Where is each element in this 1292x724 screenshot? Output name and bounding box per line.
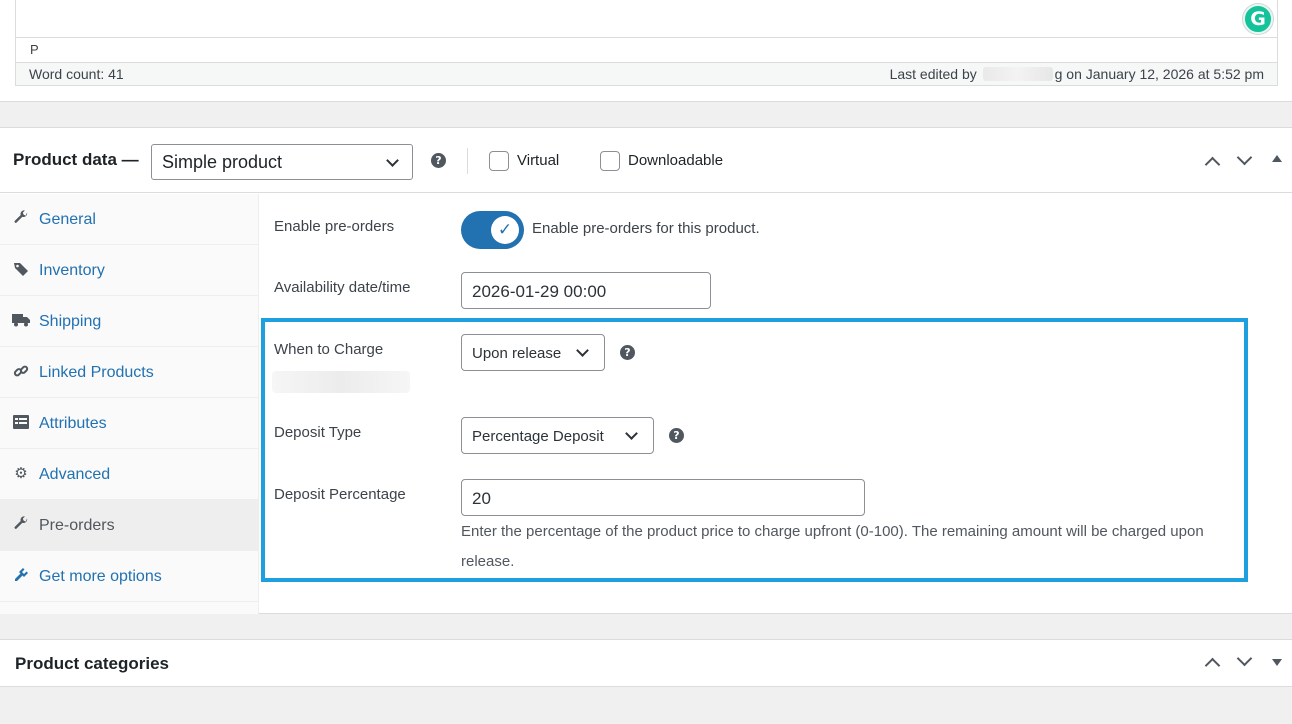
tab-general[interactable]: General <box>0 194 258 245</box>
tab-inventory[interactable]: Inventory <box>0 245 258 296</box>
editor-panel: P Word count: 41 Last edited by g on Jan… <box>0 0 1292 102</box>
product-categories-title: Product categories <box>15 654 169 673</box>
product-data-tabs: General Inventory Shipping Linked Produc… <box>0 194 259 614</box>
virtual-checkbox[interactable] <box>489 151 509 171</box>
tab-label: Advanced <box>39 466 111 483</box>
truck-icon <box>12 311 30 329</box>
expand-toggle-icon[interactable] <box>1272 659 1282 666</box>
tab-linked-products[interactable]: Linked Products <box>0 347 258 398</box>
plugin-icon <box>12 566 30 584</box>
product-data-header: Product data — Simple product ? Virtual … <box>0 128 1292 193</box>
tab-label: Pre-orders <box>39 517 115 534</box>
highlight-frame <box>261 318 1248 582</box>
link-icon <box>12 362 30 380</box>
tab-label: Inventory <box>39 262 105 279</box>
enable-preorders-label: Enable pre-orders <box>274 218 395 235</box>
product-type-select[interactable]: Simple product <box>151 144 413 180</box>
availability-value: 2026-01-29 00:00 <box>472 282 607 301</box>
collapse-toggle-icon[interactable] <box>1272 155 1282 162</box>
grammarly-letter: G <box>1250 8 1266 30</box>
gear-icon: ⚙ <box>14 464 28 482</box>
product-categories-box: Product categories <box>0 639 1292 687</box>
downloadable-label: Downloadable <box>628 152 724 169</box>
editor-path[interactable]: P <box>30 42 39 57</box>
divider <box>467 148 468 174</box>
last-edited: Last edited by g on January 12, 2026 at … <box>890 66 1264 82</box>
check-icon: ✓ <box>491 216 519 244</box>
editor-frame: P Word count: 41 Last edited by g on Jan… <box>15 0 1278 86</box>
enable-preorders-toggle[interactable]: ✓ <box>461 211 524 249</box>
tab-label: Shipping <box>39 313 102 330</box>
help-icon[interactable]: ? <box>431 153 446 168</box>
move-up-icon[interactable] <box>1204 657 1221 674</box>
tab-attributes[interactable]: Attributes <box>0 398 258 449</box>
virtual-label: Virtual <box>517 152 560 169</box>
tab-label: General <box>39 211 96 228</box>
product-type-value: Simple product <box>162 152 283 172</box>
tab-get-more-options[interactable]: Get more options <box>0 551 258 602</box>
grammarly-icon[interactable]: G <box>1243 4 1273 34</box>
tab-advanced[interactable]: ⚙ Advanced <box>0 449 258 500</box>
editor-status-bar: Word count: 41 Last edited by g on Janua… <box>16 62 1277 85</box>
move-down-icon[interactable] <box>1236 149 1253 166</box>
move-down-icon[interactable] <box>1236 650 1253 667</box>
word-count: Word count: 41 <box>29 66 124 82</box>
chevron-down-icon <box>386 154 399 167</box>
availability-label: Availability date/time <box>274 279 411 296</box>
product-data-title: Product data — <box>13 150 139 169</box>
list-icon <box>12 413 30 431</box>
availability-date-input[interactable]: 2026-01-29 00:00 <box>461 272 711 309</box>
wrench-icon <box>12 209 30 227</box>
last-edited-suffix: g on January 12, 2026 at 5:52 pm <box>1054 66 1264 82</box>
tag-icon <box>12 260 30 278</box>
editor-content-area[interactable] <box>16 0 1277 38</box>
tab-shipping[interactable]: Shipping <box>0 296 258 347</box>
redacted-username <box>982 67 1053 81</box>
tab-label: Linked Products <box>39 364 154 381</box>
tab-label: Get more options <box>39 568 162 585</box>
tab-pre-orders[interactable]: Pre-orders <box>0 500 258 551</box>
last-edited-prefix: Last edited by <box>889 66 977 82</box>
wrench-icon <box>12 515 30 533</box>
downloadable-checkbox[interactable] <box>600 151 620 171</box>
move-up-icon[interactable] <box>1204 156 1221 173</box>
enable-preorders-text: Enable pre-orders for this product. <box>532 220 760 237</box>
tab-label: Attributes <box>39 415 107 432</box>
